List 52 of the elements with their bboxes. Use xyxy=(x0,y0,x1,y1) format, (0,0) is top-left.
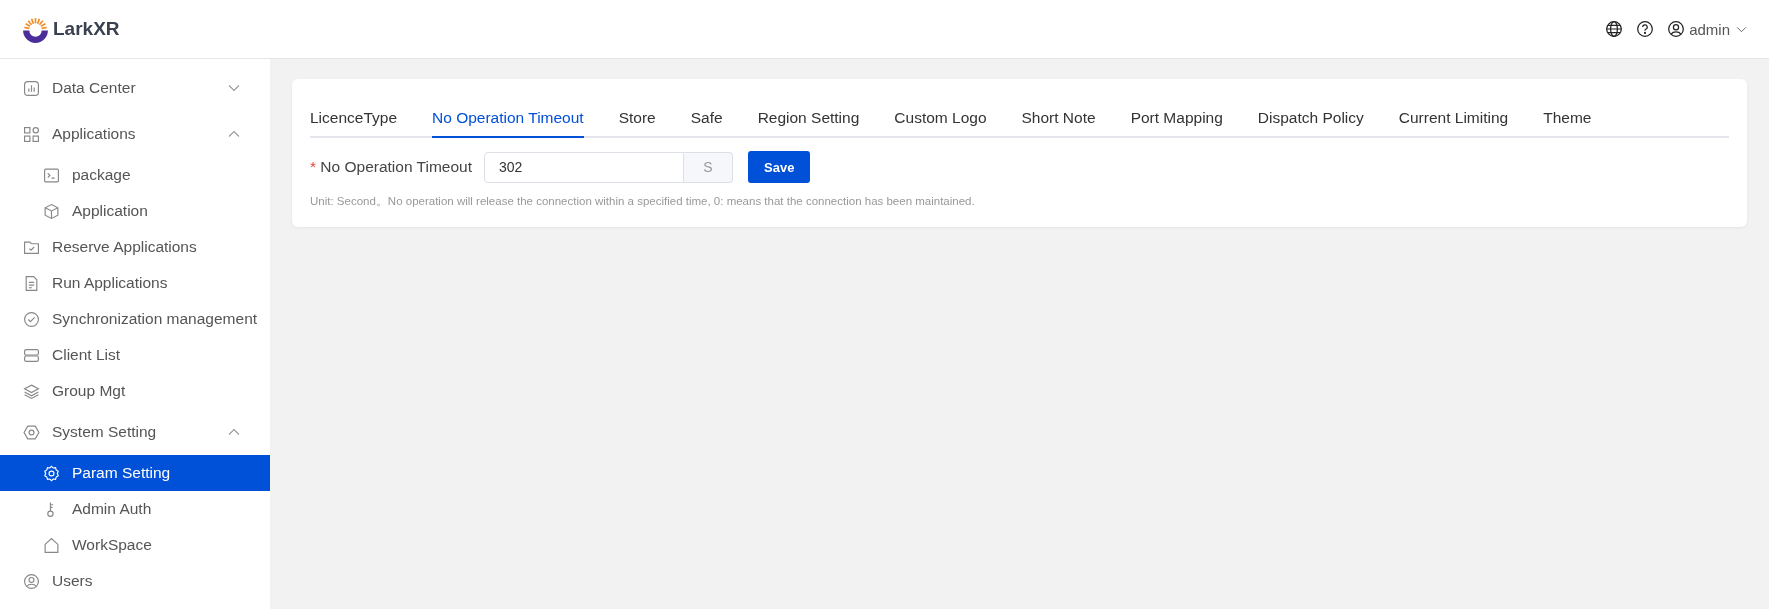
sidebar-item[interactable]: Reserve Applications xyxy=(0,229,270,265)
hint-text: Unit: Second。No operation will release the connection within a specified time, 0: means that the connection has been maintained. xyxy=(310,194,976,209)
sidebar-item[interactable]: Client List xyxy=(0,337,270,373)
settings-icon xyxy=(43,464,60,482)
tab[interactable]: Custom Logo xyxy=(894,101,987,138)
house-icon xyxy=(43,536,60,554)
sidebar-item[interactable]: WorkSpace xyxy=(0,527,270,563)
logo-icon xyxy=(20,15,51,43)
tab[interactable]: LicenceType xyxy=(310,101,398,138)
tab[interactable]: Dispatch Policy xyxy=(1257,101,1364,138)
check-circle-icon xyxy=(23,310,40,328)
sidebar-item[interactable]: Applications xyxy=(0,111,270,157)
tab[interactable]: Store xyxy=(618,101,656,138)
sidebar-item[interactable]: Admin Auth xyxy=(0,491,270,527)
help-icon[interactable] xyxy=(1636,20,1655,38)
tab[interactable]: Current Limiting xyxy=(1398,101,1509,138)
sidebar-item[interactable]: Users xyxy=(0,563,270,599)
chevron-down-icon xyxy=(228,84,240,92)
terminal-icon xyxy=(43,166,60,184)
field-label: * No Operation Timeout xyxy=(310,158,472,176)
unit-suffix: S xyxy=(684,151,733,183)
user-icon xyxy=(23,572,40,590)
hexagon-icon xyxy=(23,423,40,441)
sidebar-item[interactable]: Param Setting xyxy=(0,455,270,491)
tab[interactable]: Safe xyxy=(690,101,723,138)
tab[interactable]: Short Note xyxy=(1021,101,1096,138)
chevron-down-icon xyxy=(1736,25,1747,33)
sidebar-item[interactable]: System Setting xyxy=(0,409,270,455)
logo-text: LarkXR xyxy=(53,18,120,40)
sidebar-item[interactable]: Data Center xyxy=(0,65,270,111)
chevron-up-icon xyxy=(228,130,240,138)
save-button[interactable]: Save xyxy=(748,151,811,183)
globe-icon[interactable] xyxy=(1605,20,1624,38)
user-menu[interactable]: admin xyxy=(1667,20,1747,38)
layers-icon xyxy=(23,382,40,400)
chevron-up-icon xyxy=(228,428,240,436)
tab[interactable]: Port Mapping xyxy=(1130,101,1223,138)
sidebar-item[interactable]: Run Applications xyxy=(0,265,270,301)
sidebar-item[interactable]: Application xyxy=(0,193,270,229)
grid-icon xyxy=(23,125,40,143)
timeout-input[interactable]: 302 xyxy=(484,151,684,183)
tab[interactable]: Region Setting xyxy=(757,101,860,138)
sidebar-item[interactable]: Synchronization management xyxy=(0,301,270,337)
tab[interactable]: No Operation Timeout xyxy=(432,101,584,138)
sidebar-item[interactable]: Group Mgt xyxy=(0,373,270,409)
sidebar-item[interactable]: package xyxy=(0,157,270,193)
tab[interactable]: Theme xyxy=(1543,101,1592,138)
cube-icon xyxy=(43,202,60,220)
bar-chart-icon xyxy=(23,79,40,97)
user-icon xyxy=(1667,20,1686,38)
server-icon xyxy=(23,346,40,364)
document-icon xyxy=(23,274,40,292)
